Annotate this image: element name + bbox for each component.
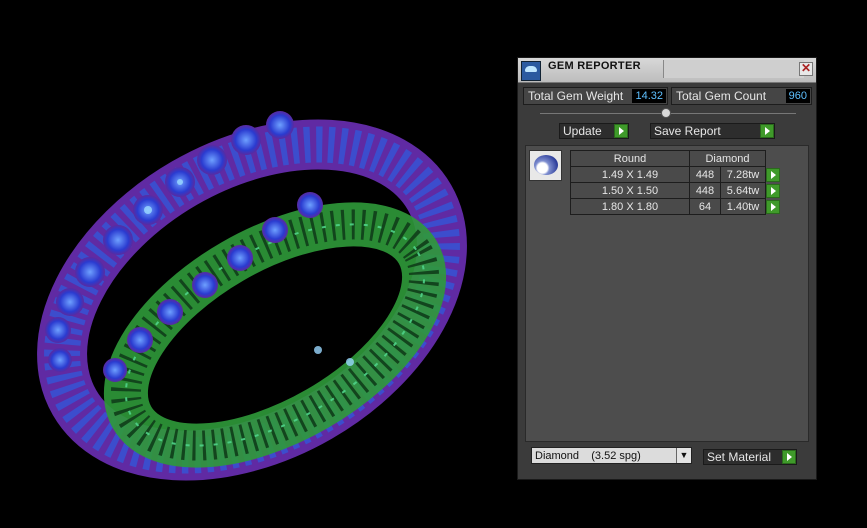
close-icon[interactable]: ✕: [799, 62, 813, 76]
chevron-down-icon[interactable]: ▼: [676, 448, 691, 463]
total-gem-count-label: Total Gem Count: [676, 89, 767, 103]
row-weight: 7.28tw: [720, 166, 766, 183]
3d-viewport[interactable]: [0, 0, 510, 523]
row-count: 64: [689, 198, 721, 215]
save-report-button-label: Save Report: [654, 124, 721, 138]
header-material: Diamond: [689, 150, 766, 167]
table-row: 1.50 X 1.50 448 5.64tw: [570, 182, 781, 199]
round-diamond-icon[interactable]: [529, 150, 562, 181]
set-material-button-label: Set Material: [707, 450, 772, 464]
row-weight: 1.40tw: [720, 198, 766, 215]
total-gem-count-value: 960: [785, 89, 810, 103]
table-row: 1.80 X 1.80 64 1.40tw: [570, 198, 781, 215]
row-count: 448: [689, 166, 721, 183]
gem-table: Round Diamond 1.49 X 1.49 448 7.28tw 1.5…: [570, 150, 781, 215]
row-size: 1.49 X 1.49: [570, 166, 690, 183]
material-select-value: Diamond (3.52 spg): [535, 450, 641, 462]
green-play-arrow-icon[interactable]: [766, 183, 780, 198]
title-bar[interactable]: GEM REPORTER ✕: [518, 58, 816, 83]
total-gem-count: Total Gem Count 960: [671, 87, 812, 105]
row-weight: 5.64tw: [720, 182, 766, 199]
gem-report-area: Round Diamond 1.49 X 1.49 448 7.28tw 1.5…: [525, 145, 809, 442]
update-button[interactable]: Update: [559, 123, 629, 139]
green-play-arrow-icon[interactable]: [766, 167, 780, 182]
panel-title: GEM REPORTER: [548, 60, 641, 72]
bracelet-render: [37, 111, 467, 481]
total-gem-weight: Total Gem Weight 14.32: [523, 87, 668, 105]
gem-reporter-app-icon: [521, 61, 541, 81]
collapse-toggle[interactable]: [661, 108, 671, 118]
green-play-arrow-icon: [760, 124, 774, 138]
green-play-arrow-icon[interactable]: [766, 199, 780, 214]
material-select[interactable]: Diamond (3.52 spg) ▼: [531, 447, 692, 464]
green-play-arrow-icon: [782, 450, 796, 464]
set-material-button[interactable]: Set Material: [703, 449, 797, 465]
total-gem-weight-label: Total Gem Weight: [528, 89, 624, 103]
header-shape: Round: [570, 150, 690, 167]
row-size: 1.80 X 1.80: [570, 198, 690, 215]
green-play-arrow-icon: [614, 124, 628, 138]
total-gem-weight-value: 14.32: [632, 89, 666, 103]
row-size: 1.50 X 1.50: [570, 182, 690, 199]
title-strip: [663, 60, 804, 78]
save-report-button[interactable]: Save Report: [650, 123, 775, 139]
gem-reporter-panel: GEM REPORTER ✕ Total Gem Weight 14.32 To…: [517, 57, 817, 480]
update-button-label: Update: [563, 124, 602, 138]
row-count: 448: [689, 182, 721, 199]
table-header-row: Round Diamond: [570, 150, 781, 167]
table-row: 1.49 X 1.49 448 7.28tw: [570, 166, 781, 183]
